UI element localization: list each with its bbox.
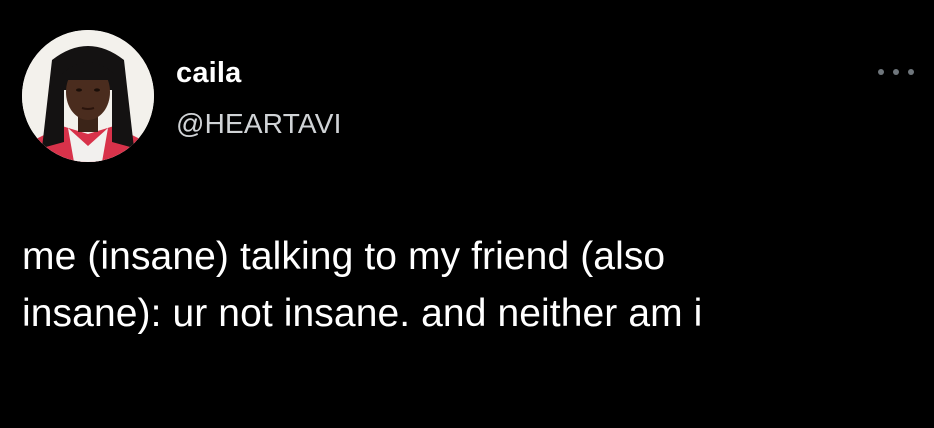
user-handle[interactable]: @HEARTAVI bbox=[176, 108, 342, 140]
more-options-button[interactable] bbox=[878, 62, 914, 82]
avatar[interactable] bbox=[22, 30, 154, 162]
avatar-image bbox=[22, 30, 154, 162]
display-name[interactable]: caila bbox=[176, 57, 242, 90]
tweet-text-line: insane): ur not insane. and neither am i bbox=[22, 292, 703, 335]
tweet-text: me (insane) talking to my friend (also i… bbox=[22, 228, 922, 342]
tweet-text-line: me (insane) talking to my friend (also bbox=[22, 235, 666, 278]
ellipsis-icon-dot bbox=[878, 69, 884, 75]
ellipsis-icon-dot bbox=[893, 69, 899, 75]
ellipsis-icon-dot bbox=[908, 69, 914, 75]
tweet-card: caila @HEARTAVI me (insane) talking to m… bbox=[0, 0, 934, 428]
